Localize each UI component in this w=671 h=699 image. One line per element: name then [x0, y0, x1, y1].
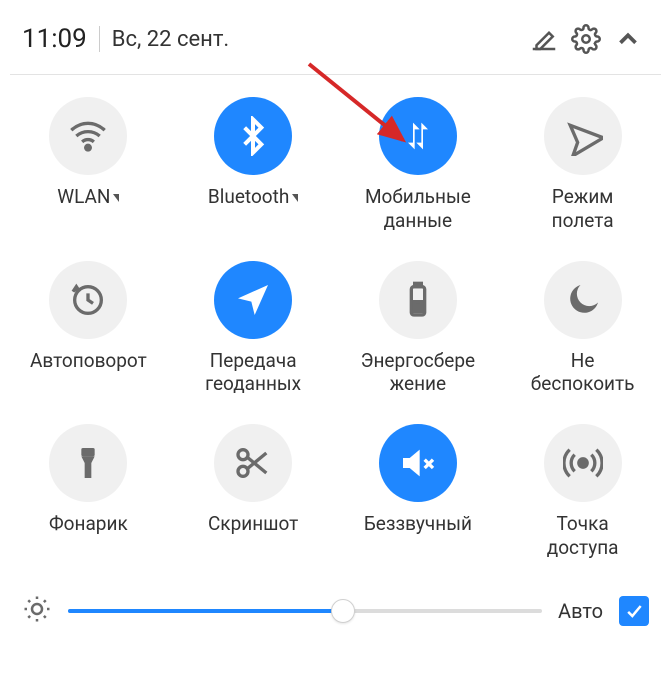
expand-icon — [113, 194, 119, 202]
tile-label: Автоповорот — [30, 349, 147, 373]
tile-bluetooth[interactable]: Bluetooth — [171, 97, 336, 233]
tile-airplane[interactable]: Режим полета — [500, 97, 665, 233]
brightness-fill — [68, 609, 343, 613]
brightness-icon — [22, 594, 52, 628]
brightness-row: Авто — [0, 594, 671, 628]
tile-label: Мобильные данные — [365, 185, 471, 233]
tile-flashlight[interactable]: Фонарик — [6, 424, 171, 560]
date-label: Вс, 22 сент. — [112, 27, 229, 52]
tile-mute[interactable]: Беззвучный — [336, 424, 501, 560]
moon-icon[interactable] — [544, 261, 622, 339]
tile-autorotate[interactable]: Автоповорот — [6, 261, 171, 397]
tile-label: Режим полета — [552, 185, 614, 233]
gear-icon[interactable] — [565, 18, 607, 60]
battery-icon[interactable] — [379, 261, 457, 339]
tile-screenshot[interactable]: Скриншот — [171, 424, 336, 560]
brightness-thumb[interactable] — [331, 599, 355, 623]
tile-wlan[interactable]: WLAN — [6, 97, 171, 233]
chevron-up-icon[interactable] — [607, 18, 649, 60]
brightness-slider[interactable] — [68, 609, 542, 613]
tile-label: Bluetooth — [208, 185, 298, 209]
autorotate-icon[interactable] — [49, 261, 127, 339]
tile-battery-saver[interactable]: Энергосбере жение — [336, 261, 501, 397]
location-icon[interactable] — [214, 261, 292, 339]
scissors-icon[interactable] — [214, 424, 292, 502]
tile-mobile-data[interactable]: Мобильные данные — [336, 97, 501, 233]
bluetooth-icon[interactable] — [214, 97, 292, 175]
tile-label: Беззвучный — [364, 512, 472, 536]
tile-label: Фонарик — [49, 512, 128, 536]
statusbar-header: 11:09 Вс, 22 сент. — [0, 0, 671, 74]
tile-label: Точка доступа — [547, 512, 619, 560]
expand-icon — [292, 194, 298, 202]
tile-hotspot[interactable]: Точка доступа — [500, 424, 665, 560]
auto-brightness-checkbox[interactable] — [619, 596, 649, 626]
tile-location[interactable]: Передача геоданных — [171, 261, 336, 397]
quick-settings-grid: WLAN Bluetooth Мобильные данные Режим по… — [0, 75, 671, 560]
tile-label: Скриншот — [208, 512, 298, 536]
mute-icon[interactable] — [379, 424, 457, 502]
airplane-icon[interactable] — [544, 97, 622, 175]
tile-label: Передача геоданных — [205, 349, 301, 397]
tile-label: Не беспокоить — [531, 349, 635, 397]
mobile-data-icon[interactable] — [379, 97, 457, 175]
tile-label: WLAN — [57, 185, 119, 209]
auto-brightness-label: Авто — [558, 599, 603, 623]
wifi-icon[interactable] — [49, 97, 127, 175]
hotspot-icon[interactable] — [544, 424, 622, 502]
tile-label: Энергосбере жение — [361, 349, 475, 397]
flashlight-icon[interactable] — [49, 424, 127, 502]
tile-dnd[interactable]: Не беспокоить — [500, 261, 665, 397]
separator — [99, 26, 100, 52]
clock-time: 11:09 — [22, 24, 87, 54]
edit-icon[interactable] — [523, 18, 565, 60]
